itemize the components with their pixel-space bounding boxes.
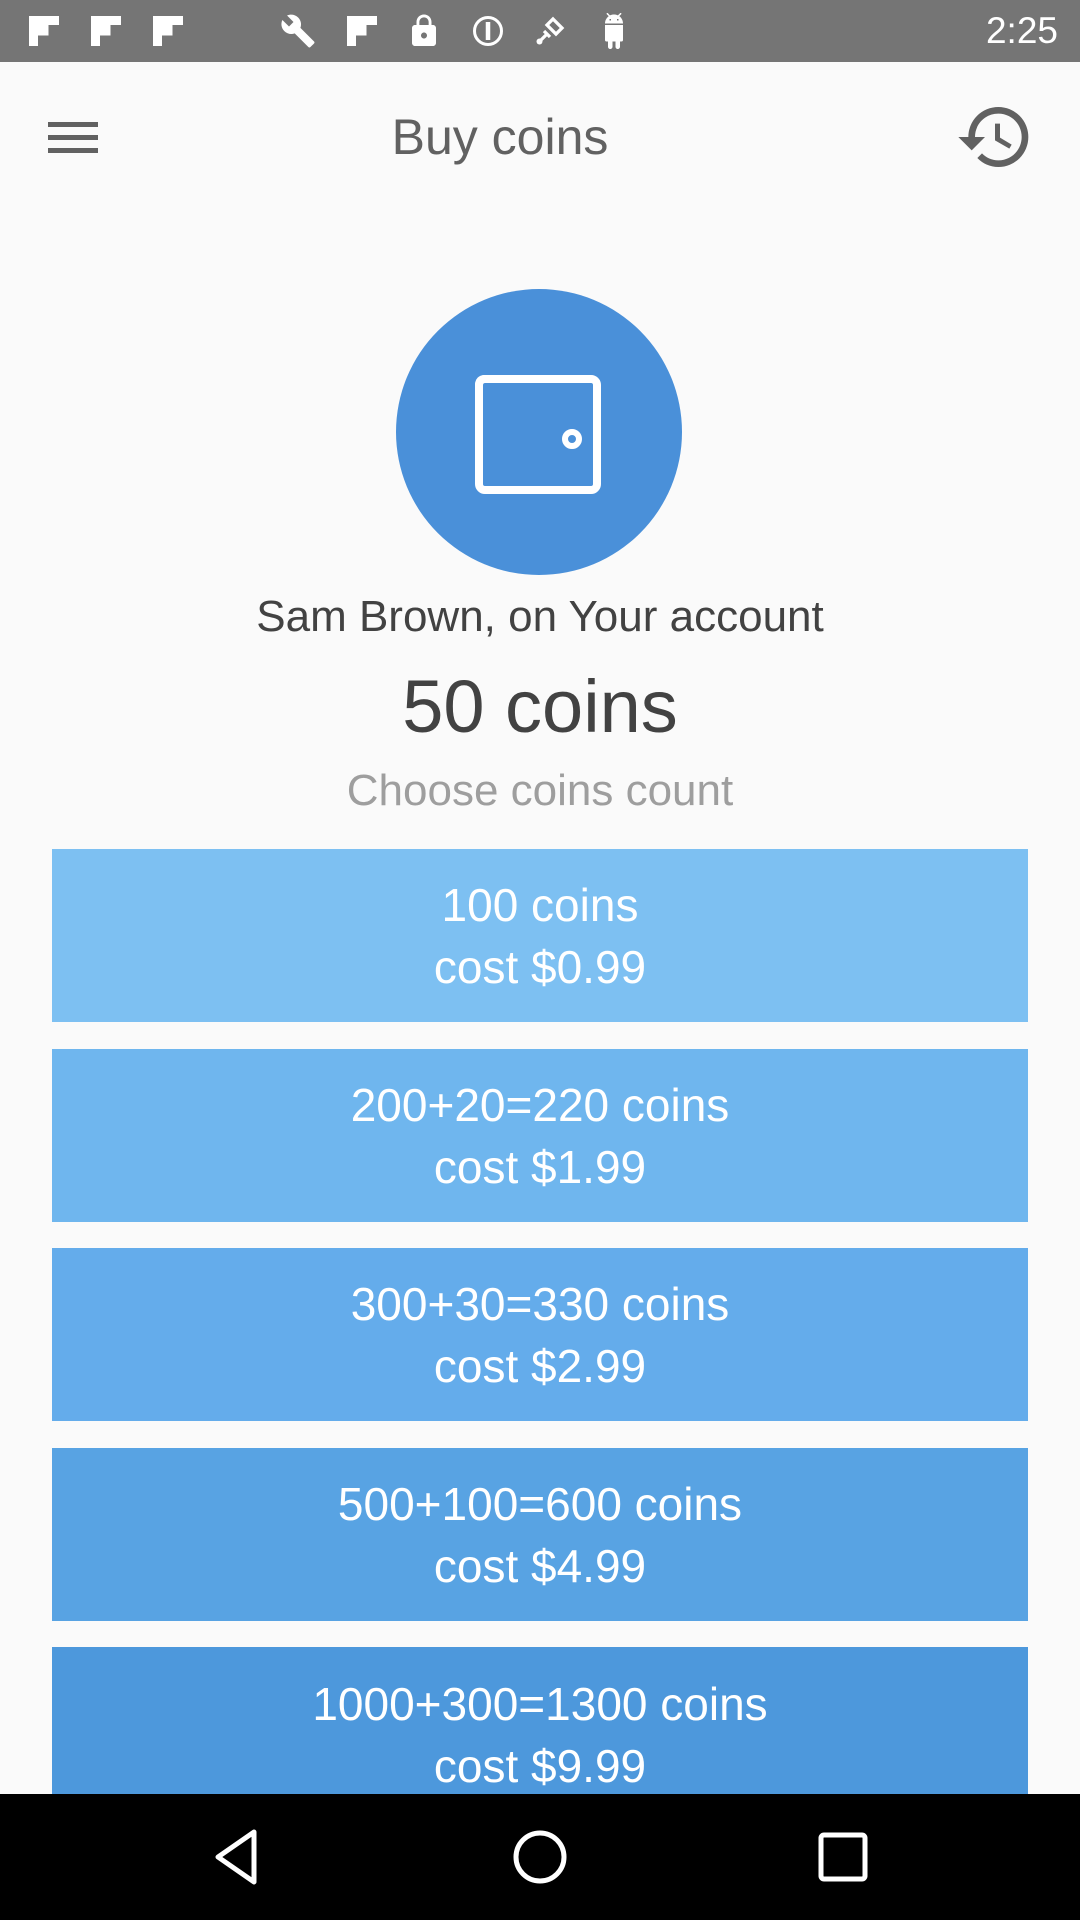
fake-gps-icon <box>536 16 565 45</box>
package-coins-label: 200+20=220 coins <box>350 1078 730 1131</box>
flipboard-icon <box>29 16 59 46</box>
package-coins-label: 500+100=600 coins <box>337 1477 743 1530</box>
wrench-icon <box>281 14 315 48</box>
status-time: 2:25 <box>985 10 1058 51</box>
status-bar: 2:25 <box>0 0 1080 62</box>
wallet-avatar <box>396 289 682 575</box>
package-coins-label: 300+30=330 coins <box>350 1277 730 1330</box>
package-button-220[interactable]: 200+20=220 coins cost $1.99 <box>52 1049 1028 1222</box>
wallet-icon <box>475 375 601 494</box>
lock-icon <box>412 14 436 46</box>
back-icon[interactable] <box>202 1822 272 1892</box>
package-cost-label: cost $0.99 <box>433 940 647 993</box>
navigation-bar <box>0 1794 1080 1920</box>
package-button-100[interactable]: 100 coins cost $0.99 <box>52 849 1028 1022</box>
package-cost-label: cost $4.99 <box>433 1539 647 1592</box>
coins-balance: 50 coins <box>402 665 678 748</box>
package-cost-label: cost $9.99 <box>433 1740 647 1792</box>
flipboard-icon <box>91 16 121 46</box>
page-title: Buy coins <box>391 109 609 165</box>
package-cost-label: cost $2.99 <box>433 1339 647 1392</box>
history-icon[interactable] <box>955 97 1035 177</box>
package-coins-label: 1000+300=1300 coins <box>312 1678 768 1730</box>
app-bar: Buy coins <box>0 62 1080 210</box>
package-button-330[interactable]: 300+30=330 coins cost $2.99 <box>52 1248 1028 1421</box>
package-button-1300[interactable]: 1000+300=1300 coins cost $9.99 <box>52 1647 1028 1794</box>
recents-icon[interactable] <box>808 1822 878 1892</box>
flipboard-icon <box>153 16 183 46</box>
home-icon[interactable] <box>505 1822 575 1892</box>
package-cost-label: cost $1.99 <box>433 1140 647 1193</box>
sync-icon <box>473 16 503 46</box>
package-coins-label: 100 coins <box>441 878 639 931</box>
choose-coins-label: Choose coins count <box>346 766 734 815</box>
flipboard-icon <box>347 16 377 46</box>
android-icon <box>605 13 623 49</box>
package-button-600[interactable]: 500+100=600 coins cost $4.99 <box>52 1448 1028 1621</box>
account-owner-text: Sam Brown, on Your account <box>256 592 824 641</box>
